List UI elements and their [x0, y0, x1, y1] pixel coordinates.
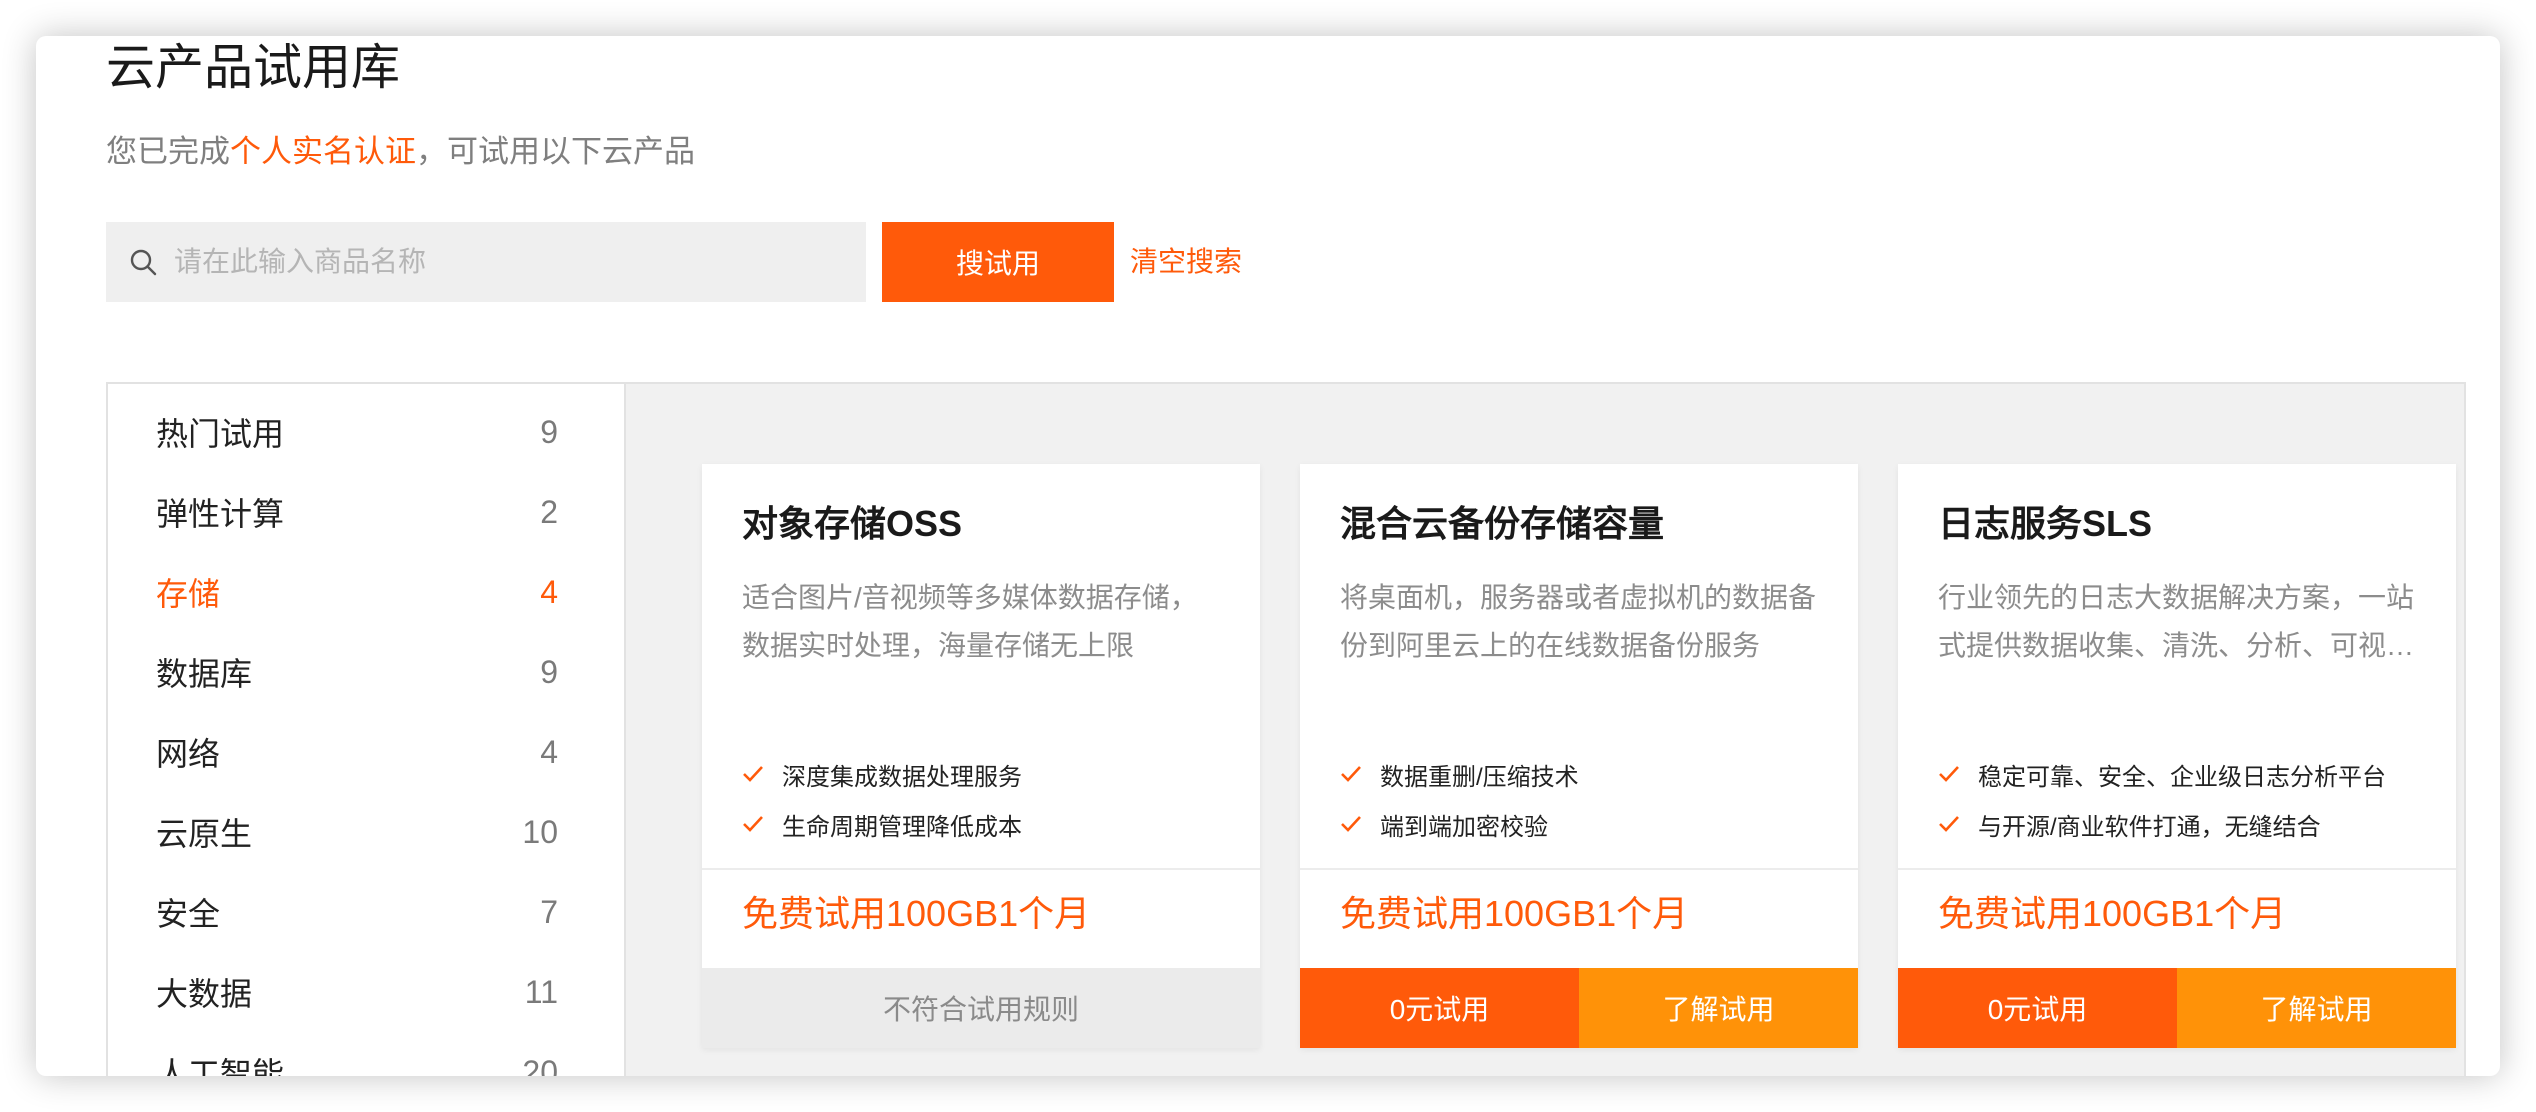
card-actions: 0元试用 了解试用 [1898, 968, 2456, 1048]
category-label: 大数据 [156, 976, 253, 1012]
category-count: 20 [522, 1053, 558, 1077]
check-icon [1341, 816, 1361, 832]
feature-text: 与开源/商业软件打通，无缝结合 [1978, 813, 2321, 841]
category-count: 4 [540, 573, 558, 610]
product-area: 热门试用 9 弹性计算 2 存储 4 数据库 9 网络 4 云原生 10 安全 … [106, 382, 2466, 1076]
check-icon [1341, 766, 1361, 782]
search-icon [130, 249, 157, 276]
real-name-verification-link[interactable]: 个人实名认证 [230, 134, 416, 169]
trial-offer: 免费试用100GB1个月 [1938, 893, 2287, 934]
category-item-big-data[interactable]: 大数据 11 [156, 962, 558, 1022]
category-label: 安全 [156, 896, 221, 932]
feature-item: 与开源/商业软件打通，无缝结合 [1938, 804, 2321, 844]
feature-item: 数据重删/压缩技术 [1340, 754, 1579, 794]
product-card-oss: 对象存储OSS 适合图片/音视频等多媒体数据存储，数据实时处理，海量存储无上限 … [702, 464, 1260, 1048]
category-count: 7 [540, 893, 558, 930]
free-trial-button[interactable]: 0元试用 [1898, 968, 2177, 1048]
card-divider [702, 868, 1260, 870]
feature-text: 深度集成数据处理服务 [782, 763, 1022, 791]
category-label: 弹性计算 [156, 496, 285, 532]
free-trial-button[interactable]: 0元试用 [1300, 968, 1579, 1048]
category-count: 11 [524, 973, 558, 1010]
feature-item: 深度集成数据处理服务 [742, 754, 1022, 794]
learn-trial-button[interactable]: 了解试用 [1579, 968, 1858, 1048]
search-button[interactable]: 搜试用 [882, 222, 1114, 302]
category-count: 4 [540, 733, 558, 770]
card-divider [1300, 868, 1858, 870]
category-item-compute[interactable]: 弹性计算 2 [156, 482, 558, 542]
product-description: 适合图片/音视频等多媒体数据存储，数据实时处理，海量存储无上限 [742, 582, 1198, 661]
card-divider [1898, 868, 2456, 870]
verification-notice: 您已完成个人实名认证，可试用以下云产品 [106, 132, 695, 172]
feature-text: 生命周期管理降低成本 [782, 813, 1022, 841]
category-item-database[interactable]: 数据库 9 [156, 642, 558, 702]
notice-prefix: 您已完成 [106, 134, 230, 169]
check-icon [1939, 766, 1959, 782]
search-box[interactable] [106, 222, 866, 302]
product-card-sls: 日志服务SLS 行业领先的日志大数据解决方案，一站式提供数据收集、清洗、分析、可… [1898, 464, 2456, 1048]
category-count: 9 [540, 413, 558, 450]
page-title: 云产品试用库 [106, 41, 401, 95]
category-count: 2 [540, 493, 558, 530]
category-label: 网络 [156, 736, 221, 772]
category-count: 9 [540, 653, 558, 690]
category-item-storage[interactable]: 存储 4 [156, 562, 558, 622]
check-icon [743, 766, 763, 782]
product-card-hybrid-backup: 混合云备份存储容量 将桌面机，服务器或者虚拟机的数据备份到阿里云上的在线数据备份… [1300, 464, 1858, 1048]
ineligible-button: 不符合试用规则 [702, 968, 1260, 1048]
card-actions: 0元试用 了解试用 [1300, 968, 1858, 1048]
category-label: 人工智能 [156, 1056, 285, 1076]
product-description: 行业领先的日志大数据解决方案，一站式提供数据收集、清洗、分析、可视… [1938, 582, 2415, 661]
category-label: 数据库 [156, 656, 253, 692]
check-icon [743, 816, 763, 832]
category-item-ai[interactable]: 人工智能 20 [156, 1042, 558, 1077]
trial-offer: 免费试用100GB1个月 [1340, 893, 1689, 934]
feature-item: 稳定可靠、安全、企业级日志分析平台 [1938, 754, 2386, 794]
notice-suffix: ，可试用以下云产品 [416, 134, 695, 169]
category-label: 热门试用 [156, 416, 285, 452]
feature-text: 数据重删/压缩技术 [1380, 763, 1579, 791]
category-label: 存储 [156, 576, 221, 612]
category-sidebar: 热门试用 9 弹性计算 2 存储 4 数据库 9 网络 4 云原生 10 安全 … [108, 384, 626, 1076]
card-actions: 不符合试用规则 [702, 968, 1260, 1048]
feature-item: 端到端加密校验 [1340, 804, 1548, 844]
trial-offer: 免费试用100GB1个月 [742, 893, 1091, 934]
check-icon [1939, 816, 1959, 832]
feature-text: 端到端加密校验 [1380, 813, 1548, 841]
learn-trial-button[interactable]: 了解试用 [2177, 968, 2456, 1048]
app-window: 云产品试用库 您已完成个人实名认证，可试用以下云产品 搜试用 清空搜索 热门试用… [36, 36, 2500, 1076]
category-count: 10 [522, 813, 558, 850]
category-label: 云原生 [156, 816, 253, 852]
feature-text: 稳定可靠、安全、企业级日志分析平台 [1978, 763, 2386, 791]
product-title: 日志服务SLS [1938, 503, 2153, 544]
category-item-cloud-native[interactable]: 云原生 10 [156, 802, 558, 862]
category-item-hot[interactable]: 热门试用 9 [156, 402, 558, 462]
category-item-security[interactable]: 安全 7 [156, 882, 558, 942]
category-item-network[interactable]: 网络 4 [156, 722, 558, 782]
product-title: 对象存储OSS [742, 503, 963, 544]
product-title: 混合云备份存储容量 [1340, 503, 1665, 544]
search-input[interactable] [172, 245, 816, 279]
feature-item: 生命周期管理降低成本 [742, 804, 1022, 844]
product-description: 将桌面机，服务器或者虚拟机的数据备份到阿里云上的在线数据备份服务 [1340, 582, 1817, 661]
clear-search-link[interactable]: 清空搜索 [1130, 242, 1242, 282]
